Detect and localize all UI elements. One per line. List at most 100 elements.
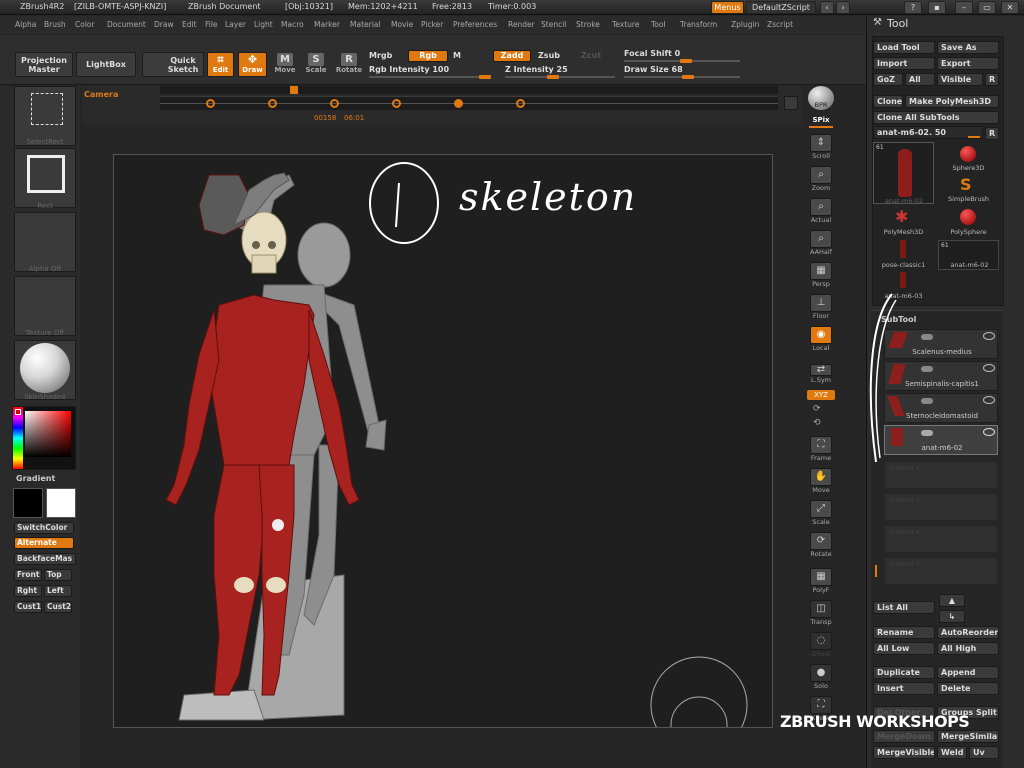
top-button[interactable]: Top (44, 569, 72, 581)
spix-slider[interactable] (809, 126, 833, 128)
right-view-button[interactable]: Rght (14, 585, 42, 597)
spix-label[interactable]: SPix (807, 116, 835, 124)
visibility-toggle-icon[interactable] (921, 334, 933, 340)
subtool-row-selected[interactable]: anat-m6-02 (884, 425, 998, 455)
eye-icon[interactable] (983, 364, 995, 372)
menu-zscript[interactable]: Zscript (767, 20, 793, 29)
menu-edit[interactable]: Edit (182, 20, 197, 29)
draw-size-slider[interactable] (624, 75, 740, 79)
zcut-toggle[interactable]: Zcut (581, 51, 601, 60)
menu-render[interactable]: Render (508, 20, 535, 29)
cust2-button[interactable]: Cust2 (44, 601, 72, 613)
menus-button[interactable]: Menus (711, 1, 744, 14)
goz-button[interactable]: GoZ (873, 73, 903, 86)
rotate-z-icon[interactable]: ⟲ (813, 418, 827, 428)
merge-down-button[interactable]: MergeDown (873, 730, 935, 743)
slider-handle[interactable] (547, 75, 559, 79)
tool-thumb-anat-2[interactable]: 61 anat-m6-02 (938, 240, 999, 270)
menu-alpha[interactable]: Alpha (15, 20, 36, 29)
menu-stroke[interactable]: Stroke (576, 20, 600, 29)
select-rect-tile[interactable] (14, 86, 76, 146)
clone-button[interactable]: Clone (873, 95, 903, 108)
cust1-button[interactable]: Cust1 (14, 601, 42, 613)
menu-stencil[interactable]: Stencil (541, 20, 566, 29)
subtool-row[interactable]: Sternocleidomastoid (884, 393, 998, 423)
subtool-row[interactable]: Scalenus-medius (884, 329, 998, 359)
list-all-button[interactable]: List All (873, 601, 935, 614)
menu-brush[interactable]: Brush (44, 20, 66, 29)
merge-visible-button[interactable]: MergeVisible (873, 746, 935, 759)
lock-icon[interactable]: ▪ (928, 1, 946, 14)
secondary-color-swatch[interactable] (46, 488, 76, 518)
autoreorder-button[interactable]: AutoReorder (937, 626, 999, 639)
tool-thumb-pose-classic[interactable]: pose-classic1 (873, 240, 934, 272)
maximize-icon[interactable]: ▭ (978, 1, 996, 14)
local-button[interactable]: ◉ Local (807, 326, 835, 354)
keyframe[interactable] (206, 99, 215, 108)
gradient-label[interactable]: Gradient (16, 474, 55, 483)
uv-button[interactable]: Uv (969, 746, 999, 759)
slider-handle[interactable] (479, 75, 491, 79)
menu-preferences[interactable]: Preferences (453, 20, 497, 29)
focal-shift-slider[interactable] (624, 59, 740, 63)
weld-button[interactable]: Weld (937, 746, 967, 759)
left-view-button[interactable]: Left (44, 585, 72, 597)
slider-handle[interactable] (682, 75, 694, 79)
visibility-toggle-icon[interactable] (921, 430, 933, 436)
menu-material[interactable]: Material (350, 20, 380, 29)
m-toggle[interactable]: M (453, 51, 461, 60)
menu-picker[interactable]: Picker (421, 20, 443, 29)
tool-thumb-polysphere[interactable]: PolySphere (938, 207, 999, 239)
rgb-intensity-label[interactable]: Rgb Intensity 100 (369, 65, 449, 74)
quick-sketch-button[interactable]: Quick Sketch (142, 52, 204, 77)
scale-view-button[interactable]: ⤢ Scale (807, 500, 835, 528)
menu-tool[interactable]: Tool (651, 20, 666, 29)
alpha-tile[interactable] (14, 212, 76, 272)
draw-size-label[interactable]: Draw Size 68 (624, 65, 683, 74)
menu-transform[interactable]: Transform (680, 20, 717, 29)
menu-draw[interactable]: Draw (154, 20, 174, 29)
help-icon[interactable]: ? (904, 1, 922, 14)
keyframe[interactable] (268, 99, 277, 108)
zsub-toggle[interactable]: Zsub (538, 51, 560, 60)
tool-title[interactable]: Tool (887, 17, 908, 30)
keyframe-active[interactable] (454, 99, 463, 108)
transp-button[interactable]: ◫ Transp (807, 600, 835, 628)
current-tool-r-button[interactable]: R (985, 127, 999, 140)
eye-icon[interactable] (983, 396, 995, 404)
goz-visible-button[interactable]: Visible (937, 73, 983, 86)
alternate-button[interactable]: Alternate (14, 537, 74, 549)
mrgb-toggle[interactable]: Mrgb (369, 51, 392, 60)
menu-file[interactable]: File (205, 20, 218, 29)
zscript-button[interactable]: DefaultZScript (746, 1, 816, 14)
zadd-toggle[interactable]: Zadd (493, 50, 531, 62)
arrow-right-icon[interactable]: › (836, 1, 850, 14)
clone-all-subtools-button[interactable]: Clone All SubTools (873, 111, 999, 124)
polyf-button[interactable]: ▦ PolyF (807, 568, 835, 596)
xyz-button[interactable]: XYZ (807, 390, 835, 400)
delete-button[interactable]: Delete (937, 682, 999, 695)
keyframe[interactable] (516, 99, 525, 108)
menu-layer[interactable]: Layer (225, 20, 246, 29)
merge-similar-button[interactable]: MergeSimilar (937, 730, 999, 743)
load-tool-button[interactable]: Load Tool (873, 41, 935, 54)
make-polymesh-button[interactable]: Make PolyMesh3D (905, 95, 999, 108)
floor-button[interactable]: ⊥ Floor (807, 294, 835, 322)
timeline-end-button[interactable] (784, 96, 798, 110)
scroll-button[interactable]: ⇕ Scroll (807, 134, 835, 162)
duplicate-button[interactable]: Duplicate (873, 666, 935, 679)
menu-macro[interactable]: Macro (281, 20, 304, 29)
rgb-toggle[interactable]: Rgb (408, 50, 448, 62)
projection-master-button[interactable]: Projection Master (15, 52, 73, 77)
slider-handle[interactable] (680, 59, 692, 63)
bpr-button[interactable]: BPR (807, 86, 835, 112)
rotate-y-icon[interactable]: ⟳ (813, 404, 827, 414)
goz-r-button[interactable]: R (985, 73, 999, 86)
menu-movie[interactable]: Movie (391, 20, 413, 29)
tool-thumb-sphere3d[interactable]: Sphere3D (938, 142, 999, 174)
front-button[interactable]: Front (14, 569, 42, 581)
save-as-button[interactable]: Save As (937, 41, 999, 54)
timeline-marker[interactable] (290, 86, 298, 94)
frame-button[interactable]: ⛶ Frame (807, 436, 835, 464)
menu-zplugin[interactable]: Zplugin (731, 20, 759, 29)
